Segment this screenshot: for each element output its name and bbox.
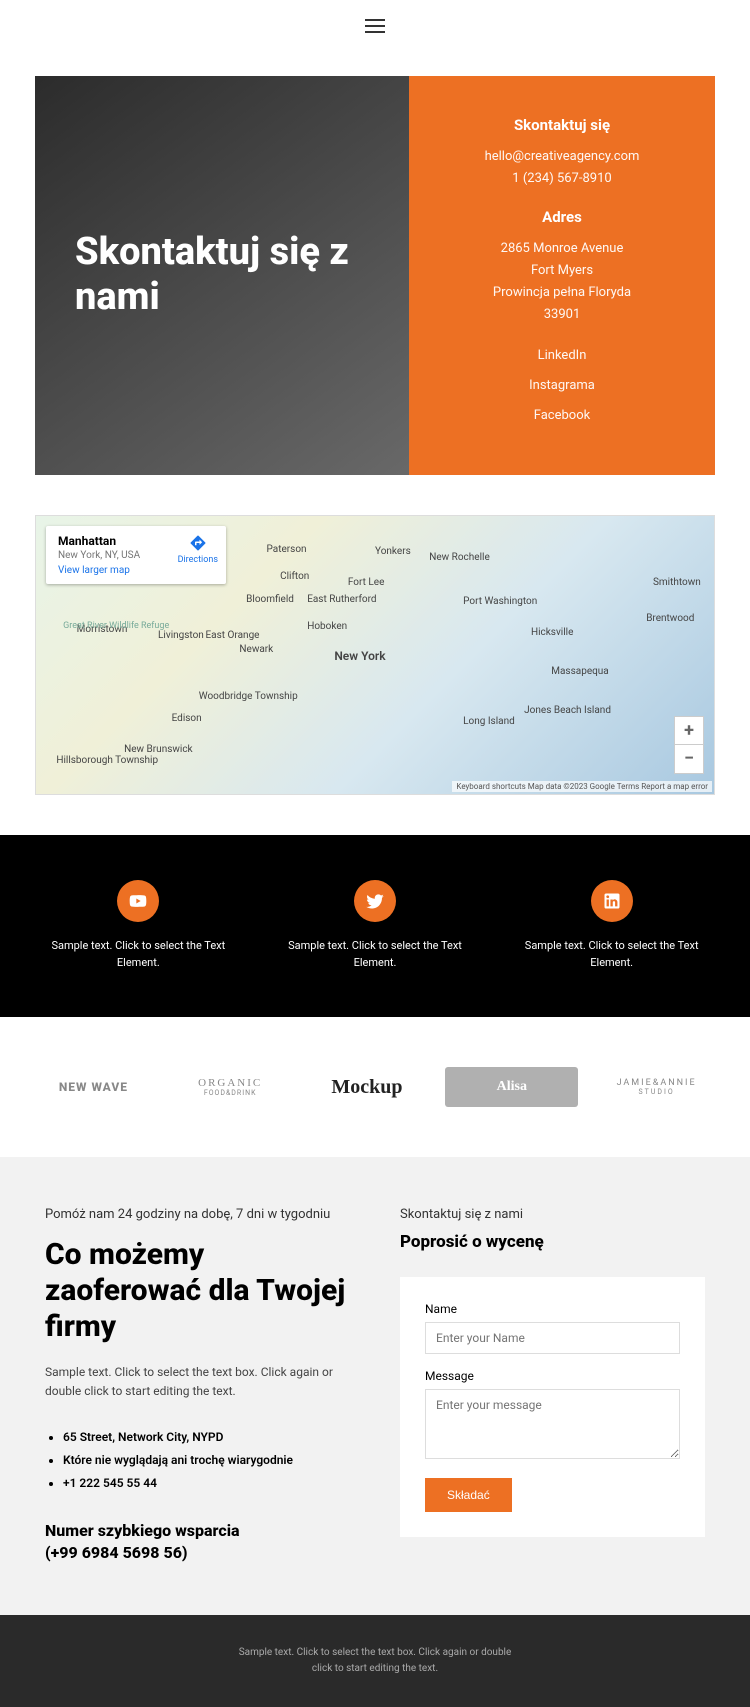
linkedin-link[interactable]: LinkedIn [538,348,587,363]
hero-section: Skontaktuj się z nami Skontaktuj się hel… [35,76,715,475]
offer-subtitle: Pomóż nam 24 godziny na dobę, 7 dni w ty… [45,1207,350,1222]
offer-heading: Co możemy zaoferować dla Twojej firmy [45,1237,350,1345]
hamburger-menu-icon[interactable] [365,15,385,37]
logo-alisa: Alisa [445,1067,578,1107]
facebook-link[interactable]: Facebook [534,408,590,423]
logo-newwave: NEW WAVE [35,1080,152,1094]
address-heading: Adres [439,208,685,226]
contact-info: hello@creativeagency.com 1 (234) 567-891… [439,146,685,190]
map-title: Manhattan [58,534,116,548]
view-larger-map-link[interactable]: View larger map [58,565,214,576]
map-attribution: Keyboard shortcuts Map data ©2023 Google… [452,781,712,792]
social-item-youtube: Sample text. Click to select the Text El… [35,880,242,972]
map-zoom-controls: + − [674,716,704,774]
list-item: +1 222 545 55 44 [63,1472,350,1495]
logo-jamieannie: JAMIE&ANNIE STUDIO [598,1078,715,1096]
header [0,0,750,56]
contact-heading: Skontaktuj się [439,116,685,134]
twitter-icon[interactable] [354,880,396,922]
offer-content: Pomóż nam 24 godziny na dobę, 7 dni w ty… [45,1207,350,1565]
name-input[interactable] [425,1322,680,1354]
submit-button[interactable]: Składać [425,1478,512,1512]
map-infobox: Manhattan Directions New York, NY, USA V… [46,526,226,584]
zoom-out-button[interactable]: − [675,745,703,773]
name-label: Name [425,1302,680,1316]
footer: Sample text. Click to select the text bo… [0,1615,750,1707]
support-number: Numer szybkiego wsparcia (+99 6984 5698 … [45,1520,350,1565]
logo-mockup: Mockup [309,1076,426,1099]
social-links: LinkedIn Instagrama Facebook [439,345,685,427]
offer-description: Sample text. Click to select the text bo… [45,1363,350,1401]
form-box: Name Message Składać [400,1277,705,1537]
directions-icon[interactable]: Directions [178,534,218,565]
footer-text: Sample text. Click to select the text bo… [30,1645,720,1677]
message-textarea[interactable] [425,1389,680,1459]
form-subtitle: Skontaktuj się z nami [400,1207,705,1222]
offer-section: Pomóż nam 24 godziny na dobę, 7 dni w ty… [0,1157,750,1615]
social-item-twitter: Sample text. Click to select the Text El… [272,880,479,972]
social-text: Sample text. Click to select the Text El… [35,937,242,972]
contact-panel: Skontaktuj się hello@creativeagency.com … [409,76,715,475]
message-label: Message [425,1369,680,1383]
offer-bullets: 65 Street, Network City, NYPD Które nie … [45,1426,350,1494]
social-text: Sample text. Click to select the Text El… [272,937,479,972]
zoom-in-button[interactable]: + [675,717,703,745]
form-heading: Poprosić o wycenę [400,1232,705,1252]
map-section: New York Newark Yonkers Paterson Clifton… [35,515,715,795]
linkedin-icon[interactable] [591,880,633,922]
youtube-icon[interactable] [117,880,159,922]
social-item-linkedin: Sample text. Click to select the Text El… [508,880,715,972]
social-section: Sample text. Click to select the Text El… [0,835,750,1017]
address-text: 2865 Monroe Avenue Fort Myers Prowincja … [439,238,685,326]
hero-title: Skontaktuj się z nami [75,230,369,321]
instagram-link[interactable]: Instagrama [529,378,595,393]
hero-image: Skontaktuj się z nami [35,76,409,475]
contact-form-panel: Skontaktuj się z nami Poprosić o wycenę … [400,1207,705,1565]
logos-section: NEW WAVE ORGANIC FOOD&DRINK Mockup Alisa… [0,1017,750,1157]
list-item: Które nie wyglądają ani trochę wiarygodn… [63,1449,350,1472]
list-item: 65 Street, Network City, NYPD [63,1426,350,1449]
social-text: Sample text. Click to select the Text El… [508,937,715,972]
map[interactable]: New York Newark Yonkers Paterson Clifton… [35,515,715,795]
logo-organic: ORGANIC FOOD&DRINK [172,1077,289,1097]
